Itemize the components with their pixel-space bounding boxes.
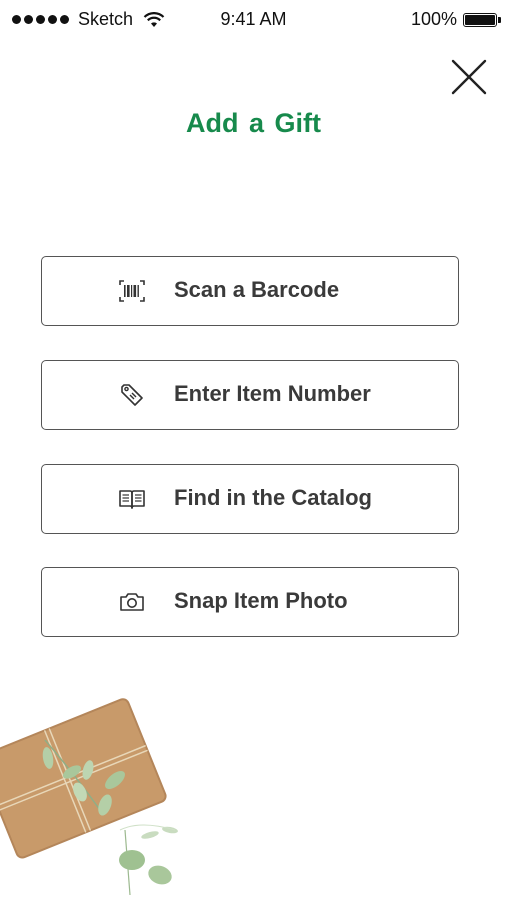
enter-item-number-label: Enter Item Number [174, 381, 371, 406]
close-button[interactable] [450, 58, 488, 96]
book-icon [118, 487, 146, 511]
battery-percent: 100% [410, 9, 457, 29]
status-bar: Sketch 9:41 AM 100% [0, 0, 507, 40]
find-in-catalog-label: Find in the Catalog [174, 485, 372, 510]
scan-barcode-button[interactable]: Scan a Barcode [41, 256, 459, 326]
enter-item-number-button[interactable]: Enter Item Number [41, 360, 459, 430]
find-in-catalog-button[interactable]: Find in the Catalog [41, 464, 459, 534]
close-icon [451, 59, 487, 95]
camera-icon [118, 590, 146, 614]
gift-package-image [0, 680, 200, 900]
tag-icon [118, 383, 146, 407]
page-title: Add a Gift [186, 108, 321, 138]
status-right: 100% [410, 9, 501, 30]
scan-barcode-label: Scan a Barcode [174, 277, 340, 302]
barcode-icon [118, 279, 146, 303]
battery-icon [463, 12, 501, 27]
snap-item-photo-button[interactable]: Snap Item Photo [41, 567, 459, 637]
add-gift-screen: Sketch 9:41 AM 100% Add a Gift Scan a Ba… [0, 0, 507, 900]
snap-item-photo-label: Snap Item Photo [174, 588, 348, 613]
